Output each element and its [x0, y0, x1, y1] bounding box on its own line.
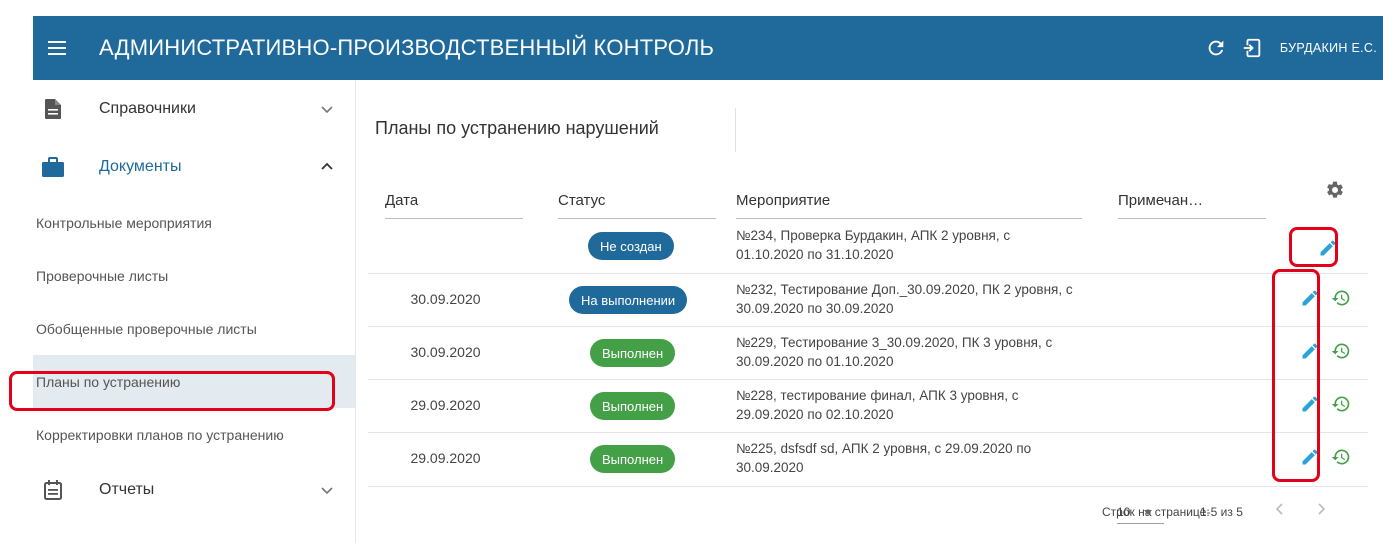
status-badge: Выполнен [590, 445, 676, 473]
logout-button[interactable] [1238, 34, 1266, 62]
menu-button[interactable] [41, 32, 73, 64]
pencil-icon [1302, 290, 1318, 306]
rows-per-page-select[interactable]: 10 [1117, 500, 1164, 524]
row-event: №234, Проверка Бурдакин, АПК 2 уровня, с… [736, 228, 1011, 262]
pencil-icon [1302, 396, 1318, 412]
edit-button[interactable] [1300, 341, 1320, 361]
pencil-icon [1302, 343, 1318, 359]
row-event: №228, тестирование финал, АПК 3 уровня, … [736, 388, 1019, 422]
refresh-button[interactable] [1202, 34, 1230, 62]
row-event: №225, dsfsdf sd, АПК 2 уровня, с 29.09.2… [736, 441, 1032, 475]
pagination: Строк на странице: 10 1-5 из 5 [368, 486, 1368, 536]
chevron-right-icon [1318, 503, 1326, 515]
table-settings-button[interactable] [1325, 180, 1349, 204]
sidebar-group-documents[interactable]: Документы [33, 138, 355, 196]
table-row[interactable]: 30.09.2020 Выполнен №229, Тестирование 3… [368, 326, 1368, 378]
row-event: №232, Тестирование Доп._30.09.2020, ПК 2… [736, 282, 1073, 316]
edit-button[interactable] [1300, 288, 1320, 308]
rows-per-page-value: 10 [1117, 505, 1131, 519]
user-name[interactable]: БУРДАКИН Е.С. [1280, 41, 1377, 55]
row-date: 29.09.2020 [410, 397, 481, 413]
app-bar: АДМИНИСТРАТИВНО-ПРОИЗВОДСТВЕННЫЙ КОНТРОЛ… [33, 16, 1383, 80]
main-content: Планы по устранению нарушений Дата Стату… [368, 96, 1383, 543]
sidebar: Справочники Документы Контрольные меропр… [33, 80, 355, 543]
refresh-icon [1208, 40, 1224, 56]
history-icon [1331, 343, 1350, 359]
history-button[interactable] [1331, 447, 1351, 467]
table-row[interactable]: 29.09.2020 Выполнен №228, тестирование ф… [368, 379, 1368, 431]
status-badge: Выполнен [590, 339, 676, 367]
history-icon [1331, 396, 1350, 412]
hamburger-icon [48, 41, 66, 55]
status-badge: Выполнен [590, 392, 676, 420]
sidebar-item-check-lists[interactable]: Проверочные листы [33, 249, 355, 302]
edit-button[interactable] [1300, 394, 1320, 414]
briefcase-icon [41, 155, 65, 179]
app-title: АДМИНИСТРАТИВНО-ПРОИЗВОДСТВЕННЫЙ КОНТРОЛ… [99, 35, 715, 60]
sidebar-group-references[interactable]: Справочники [33, 80, 355, 138]
page-range: 1-5 из 5 [1200, 505, 1243, 519]
status-badge: На выполнении [569, 286, 688, 314]
sidebar-item-control-events[interactable]: Контрольные мероприятия [33, 196, 355, 249]
edit-button[interactable] [1318, 238, 1338, 258]
table-row[interactable]: Не создан №234, Проверка Бурдакин, АПК 2… [368, 220, 1368, 272]
row-event: №229, Тестирование 3_30.09.2020, ПК 3 ур… [736, 335, 1053, 369]
sidebar-divider [355, 80, 356, 543]
chevron-left-icon [1275, 503, 1283, 515]
sidebar-group-label: Справочники [99, 100, 196, 117]
next-page-button[interactable] [1311, 500, 1331, 524]
chevron-up-icon [321, 162, 333, 170]
table-row[interactable]: 29.09.2020 Выполнен №225, dsfsdf sd, АПК… [368, 432, 1368, 484]
row-date: 30.09.2020 [410, 344, 481, 360]
column-header-event[interactable]: Мероприятие [736, 192, 1082, 219]
prev-page-button[interactable] [1270, 500, 1290, 524]
table-row[interactable]: 30.09.2020 На выполнении №232, Тестирова… [368, 273, 1368, 325]
document-icon [41, 97, 65, 121]
sidebar-item-plan-corrections[interactable]: Корректировки планов по устранению [33, 408, 355, 461]
caret-down-icon [1144, 510, 1152, 515]
column-header-status[interactable]: Статус [558, 192, 716, 219]
chevron-down-icon [321, 487, 333, 495]
column-header-date[interactable]: Дата [385, 192, 523, 219]
table-header: Дата Статус Мероприятие Примечан… [368, 180, 1368, 220]
history-button[interactable] [1331, 394, 1351, 414]
page-title: Планы по устранению нарушений [375, 118, 659, 138]
calendar-list-icon [41, 478, 65, 502]
sidebar-group-label: Отчеты [99, 481, 155, 498]
sidebar-group-reports[interactable]: Отчеты [33, 461, 355, 519]
history-icon [1331, 449, 1350, 465]
sidebar-group-label: Документы [99, 158, 182, 175]
status-badge: Не создан [588, 232, 674, 260]
history-button[interactable] [1331, 341, 1351, 361]
column-header-note[interactable]: Примечан… [1118, 192, 1266, 219]
row-date: 30.09.2020 [410, 291, 481, 307]
history-icon [1331, 290, 1350, 306]
sidebar-item-summary-check-lists[interactable]: Обобщенные проверочные листы [33, 302, 355, 355]
logout-icon [1242, 38, 1261, 58]
row-date: 29.09.2020 [410, 450, 481, 466]
chevron-down-icon [321, 106, 333, 114]
pencil-icon [1302, 449, 1318, 465]
sidebar-item-remediation-plans[interactable]: Планы по устранению [33, 355, 355, 408]
pencil-icon [1320, 240, 1336, 256]
gear-icon [1327, 181, 1343, 198]
history-button[interactable] [1331, 288, 1351, 308]
title-divider [735, 108, 736, 152]
edit-button[interactable] [1300, 447, 1320, 467]
